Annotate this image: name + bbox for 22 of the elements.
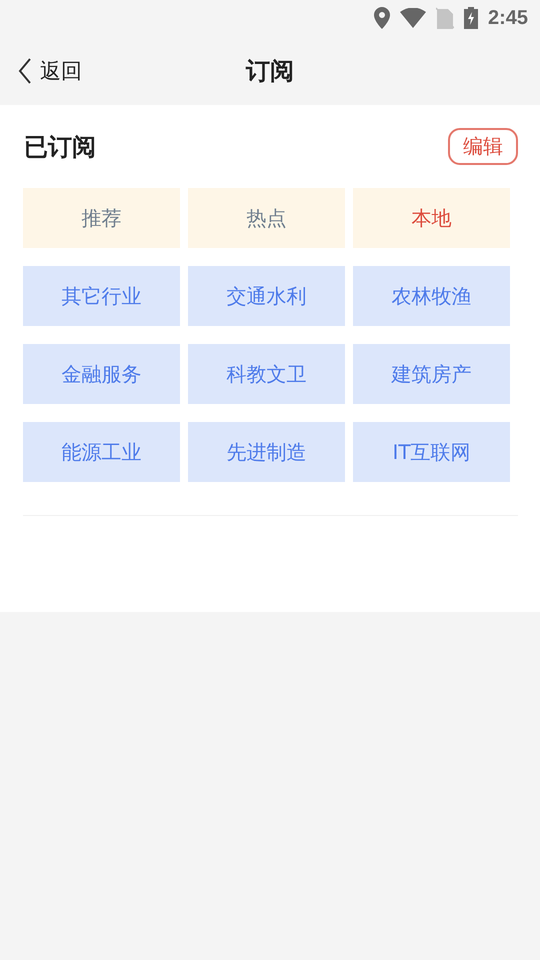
page-title: 订阅: [246, 56, 294, 84]
channel-tile[interactable]: 热点: [188, 188, 345, 248]
channel-tile[interactable]: 推荐: [23, 188, 180, 248]
no-sim-icon: [436, 7, 454, 29]
wifi-icon: [400, 8, 426, 28]
battery-charging-icon: [464, 7, 478, 29]
channel-tile[interactable]: 其它行业: [23, 266, 180, 326]
channel-tile[interactable]: 农林牧渔: [353, 266, 510, 326]
channel-tile[interactable]: 科教文卫: [188, 344, 345, 404]
channel-tile[interactable]: 能源工业: [23, 422, 180, 482]
back-button[interactable]: 返回: [18, 56, 82, 84]
channel-tile[interactable]: IT互联网: [353, 422, 510, 482]
channel-tile[interactable]: 本地: [353, 188, 510, 248]
channel-tile[interactable]: 金融服务: [23, 344, 180, 404]
channel-tile[interactable]: 交通水利: [188, 266, 345, 326]
channel-tile[interactable]: 建筑房产: [353, 344, 510, 404]
back-icon: [18, 58, 32, 84]
section-title: 已订阅: [24, 132, 96, 162]
channel-tile[interactable]: 先进制造: [188, 422, 345, 482]
edit-button[interactable]: 编辑: [448, 128, 518, 165]
status-time: 2:45: [488, 6, 528, 30]
location-icon: [374, 7, 390, 29]
